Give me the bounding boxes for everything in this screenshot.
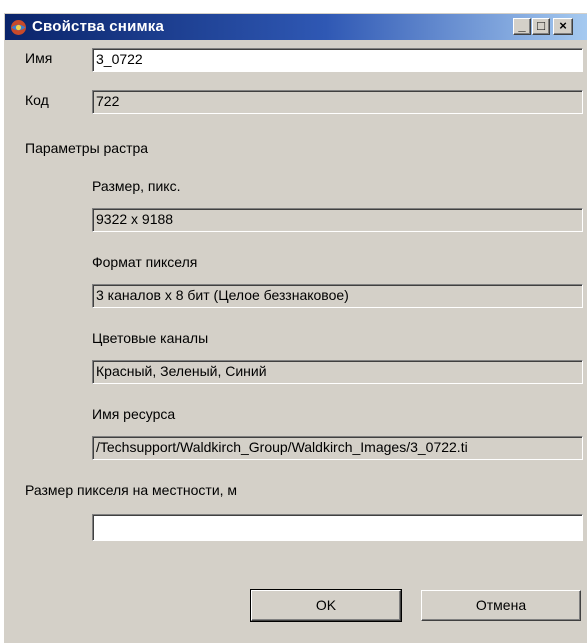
maximize-icon: □	[537, 18, 545, 33]
pixel-format-field: 3 каналов x 8 бит (Целое беззнаковое)	[92, 284, 583, 308]
app-globe-icon	[11, 20, 26, 35]
color-channels-field: Красный, Зеленый, Синий	[92, 360, 583, 384]
raster-size-field: 9322 x 9188	[92, 208, 583, 232]
ground-pixel-size-field[interactable]	[92, 514, 583, 541]
raster-size-label: Размер, пикс.	[92, 178, 181, 194]
pixel-format-label: Формат пикселя	[92, 254, 198, 270]
close-button[interactable]: ×	[553, 18, 573, 35]
cancel-button[interactable]: Отмена	[421, 590, 581, 621]
properties-dialog: Свойства снимка _ □ × Имя 3_0722 Код 722…	[4, 13, 587, 643]
raster-section-label: Параметры растра	[25, 140, 149, 156]
ok-button[interactable]: OK	[250, 589, 402, 622]
code-label: Код	[25, 92, 49, 108]
minimize-icon: _	[518, 18, 526, 33]
close-icon: ×	[559, 18, 567, 33]
title-bar[interactable]: Свойства снимка _ □ ×	[5, 14, 587, 40]
minimize-button[interactable]: _	[513, 18, 531, 35]
resource-name-label: Имя ресурса	[92, 406, 176, 422]
ground-pixel-size-label: Размер пикселя на местности, м	[25, 482, 238, 498]
color-channels-label: Цветовые каналы	[92, 330, 209, 346]
resource-name-field: /Techsupport/Waldkirch_Group/Waldkirch_I…	[92, 436, 583, 460]
name-field[interactable]: 3_0722	[92, 48, 583, 72]
window-title: Свойства снимка	[32, 18, 165, 35]
code-field: 722	[92, 90, 583, 114]
name-label: Имя	[25, 50, 53, 66]
maximize-button[interactable]: □	[532, 18, 550, 35]
